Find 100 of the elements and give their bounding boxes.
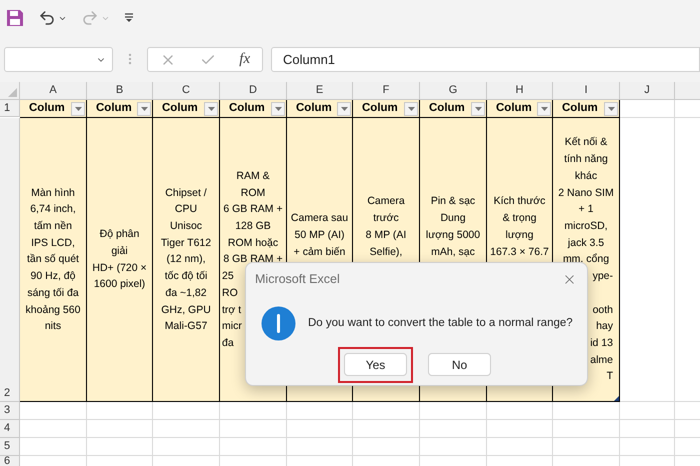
empty-cell	[620, 438, 675, 456]
empty-cell	[620, 402, 675, 420]
customize-icon[interactable]	[124, 13, 134, 23]
save-icon[interactable]	[6, 9, 24, 27]
caret-icon[interactable]	[208, 106, 214, 111]
filter-button[interactable]	[337, 102, 351, 116]
caret-icon[interactable]	[608, 106, 614, 111]
row-header[interactable]: 5	[0, 438, 20, 456]
cell-text: + 1	[578, 202, 594, 218]
cell-text: (12 nm),	[165, 252, 207, 268]
cell-text: IPS LCD,	[30, 236, 76, 251]
column-header[interactable]: D	[220, 82, 287, 100]
cell-text: Chipset /	[164, 186, 208, 201]
header-cell-text: Colum	[162, 101, 198, 116]
row-header[interactable]: 3	[0, 402, 20, 420]
cell-text: 50 MP (AI)	[294, 228, 346, 243]
empty-cell	[353, 438, 420, 456]
caret-icon[interactable]	[140, 106, 148, 111]
caret-icon[interactable]	[408, 106, 414, 111]
row-header[interactable]: 6	[0, 456, 20, 466]
cell-text: giải	[110, 244, 129, 260]
cell-text: 90 Hz, độ	[30, 269, 76, 284]
empty-cell	[553, 420, 620, 438]
caret-icon[interactable]	[340, 106, 348, 111]
empty-cell	[220, 402, 287, 420]
cell-text: microSD,	[563, 219, 609, 234]
column-header[interactable]: H	[487, 82, 553, 100]
caret-icon[interactable]	[74, 106, 82, 111]
cell-text: ROM	[240, 186, 266, 201]
cell-text: 25	[221, 269, 234, 284]
cell-text: Camera sau	[290, 211, 350, 226]
cell-text: trước	[372, 211, 400, 226]
empty-cell	[487, 402, 553, 420]
row-header[interactable]: 1	[0, 100, 20, 117]
caret-icon[interactable]	[474, 106, 482, 111]
cell-text: lượng	[504, 228, 534, 243]
info-icon	[261, 306, 296, 341]
filter-button[interactable]	[604, 102, 618, 116]
cell-text: tốc độ tối	[164, 269, 208, 284]
cell-text: 1600 pixel)	[92, 277, 146, 292]
filter-button[interactable]	[271, 102, 285, 116]
header-cell-text: Colum	[562, 101, 598, 116]
empty-cell	[487, 438, 553, 456]
column-header[interactable]: A	[20, 82, 87, 100]
empty-cell	[153, 402, 220, 420]
filter-button[interactable]	[471, 102, 485, 116]
undo-icon[interactable]	[38, 9, 56, 27]
column-header[interactable]: I	[553, 82, 620, 100]
empty-cell	[420, 402, 487, 420]
header-cell-text: Colum	[296, 101, 332, 116]
cell-text: alme	[590, 352, 614, 368]
row-header[interactable]: 2	[0, 118, 20, 402]
caret-icon[interactable]	[540, 106, 548, 111]
cell-text: Camera	[366, 194, 406, 210]
filter-button[interactable]	[537, 102, 551, 116]
column-header[interactable]: F	[353, 82, 420, 100]
empty-cell	[353, 420, 420, 438]
row-header[interactable]: 4	[0, 420, 20, 438]
cell-text: RO	[221, 286, 238, 301]
empty-cell	[153, 438, 220, 456]
dialog-message: Do you want to convert the table to a normal range?	[308, 316, 573, 331]
filter-button[interactable]	[137, 102, 151, 116]
header-cell-text: Colum	[96, 101, 132, 116]
cell-text: trợ t	[221, 302, 242, 318]
resize-handle-icon[interactable]	[614, 396, 619, 401]
header-cell-text: Colum	[496, 101, 532, 116]
cell-text: sáng tối đa	[26, 286, 80, 301]
column-header[interactable]: J	[620, 82, 675, 100]
filter-button[interactable]	[71, 102, 85, 116]
empty-cell	[620, 420, 675, 438]
insert-function-button[interactable]: fx	[239, 48, 250, 71]
column-header[interactable]: C	[153, 82, 220, 100]
cell-text: micr	[221, 319, 242, 334]
cell-text: & trọng	[502, 211, 538, 226]
column-header[interactable]: G	[420, 82, 487, 100]
empty-cell	[87, 402, 153, 420]
cell-text: 8 MP (AI	[364, 228, 408, 243]
cell-text: khoảng 560	[24, 302, 82, 318]
cell-text: đa ~1,82	[164, 286, 208, 301]
cell-text: GHz, GPU	[160, 302, 212, 318]
cell-text: ooth	[592, 302, 614, 318]
dialog-button[interactable]: No	[428, 353, 491, 376]
filter-button[interactable]	[204, 102, 218, 116]
formula-field[interactable]: Column1	[271, 47, 700, 72]
cell-text: Dung	[439, 211, 467, 226]
filter-button[interactable]	[404, 102, 418, 116]
dialog-button[interactable]: Yes	[344, 353, 407, 376]
cell-text: Kích thước	[492, 194, 546, 210]
empty-cell	[220, 420, 287, 438]
cell-text: mm. cổng	[562, 252, 610, 268]
caret-icon[interactable]	[274, 106, 282, 111]
cell-text: khác	[574, 168, 598, 184]
cell-text: id 13	[590, 336, 614, 351]
cell-text: jack 3.5	[566, 236, 606, 251]
column-header[interactable]: E	[287, 82, 353, 100]
empty-cell	[153, 420, 220, 438]
empty-cell	[87, 438, 153, 456]
cell-text: HD+ (720 ×	[91, 260, 148, 276]
cell-text: tính năng	[563, 152, 609, 168]
column-header[interactable]: B	[87, 82, 153, 100]
